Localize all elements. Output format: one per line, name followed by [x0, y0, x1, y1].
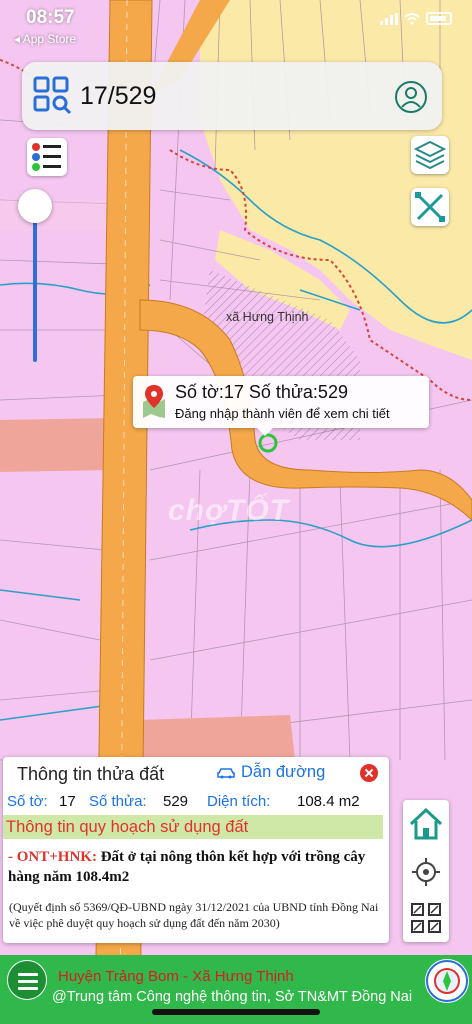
plan-description: - ONT+HNK: Đất ở tại nông thôn kết hợp v…	[8, 847, 378, 887]
area-value: 108.4 m2	[297, 793, 360, 810]
back-to-app-store-link[interactable]: ◂ App Store	[14, 32, 76, 46]
plan-note: (Quyết định số 5369/QĐ-UBND ngày 31/12/2…	[9, 900, 379, 930]
status-bar: 08:57 ◂ App Store	[0, 0, 472, 48]
plan-code: - ONT+HNK:	[8, 849, 97, 865]
info-title: Thông tin thửa đất	[17, 764, 165, 784]
parcel-value: 529	[163, 793, 189, 810]
slider-thumb[interactable]	[18, 189, 52, 223]
home-indicator	[152, 1009, 320, 1015]
legend-icon	[32, 143, 61, 171]
parcel-value-cell: 529	[163, 793, 188, 810]
layers-icon	[413, 140, 447, 170]
popup-title: Số tờ:17 Số thửa:529	[175, 382, 348, 402]
agency-logo-icon	[425, 959, 469, 1003]
signal-icon	[380, 12, 398, 25]
directions-button[interactable]: Dẫn đường	[217, 763, 325, 782]
watermark: chợTỐT	[168, 494, 290, 527]
crosshair-icon[interactable]	[406, 852, 446, 892]
qr-search-icon[interactable]	[32, 75, 72, 115]
sheet-value: 17	[59, 793, 76, 810]
footer-credit: @Trung tâm Công nghệ thông tin, Sở TN&MT…	[52, 989, 413, 1005]
sheet-label: Số tờ:	[7, 793, 48, 810]
wifi-icon	[404, 12, 420, 24]
footer-location: Huyện Trảng Bom - Xã Hưng Thịnh	[58, 968, 294, 985]
area-label: xã Hưng Thịnh	[226, 310, 309, 324]
menu-icon[interactable]	[7, 960, 47, 1000]
parcel-info-panel: Thông tin thửa đất Dẫn đường Số tờ: 17 S…	[3, 757, 389, 943]
area-label-text: Diện tích:	[207, 793, 271, 810]
opacity-slider[interactable]	[18, 189, 52, 366]
area-row: Diện tích:	[207, 793, 270, 810]
status-time: 08:57	[26, 7, 75, 28]
status-icons	[380, 12, 452, 25]
plan-header: Thông tin quy hoạch sử dụng đất	[3, 815, 383, 839]
slider-track[interactable]	[33, 206, 37, 362]
layers-button[interactable]	[411, 136, 449, 174]
popup-subtitle[interactable]: Đăng nhập thành viên để xem chi tiết	[175, 406, 390, 421]
qr-grid-icon[interactable]	[406, 898, 446, 938]
area-value-cell: 108.4 m2	[297, 793, 360, 810]
location-pin-icon	[143, 385, 165, 418]
car-icon	[217, 767, 235, 778]
legend-button[interactable]	[27, 138, 67, 176]
user-icon[interactable]	[394, 80, 428, 114]
parcel-label: Số thửa:	[89, 793, 147, 810]
search-bar[interactable]: 17/529	[22, 62, 442, 130]
close-icon[interactable]	[360, 764, 378, 782]
parcel-popup[interactable]: Số tờ:17 Số thửa:529 Đăng nhập thành viê…	[133, 376, 429, 436]
measure-button[interactable]	[411, 188, 449, 226]
sheet-value-cell: 17	[59, 793, 76, 810]
directions-label[interactable]: Dẫn đường	[241, 763, 325, 782]
battery-icon	[426, 12, 452, 25]
home-icon[interactable]	[406, 804, 446, 844]
tool-stack	[403, 800, 449, 942]
parcel-row: Số thửa:	[89, 793, 147, 810]
measure-icon	[415, 192, 445, 222]
sheet-row: Số tờ:	[7, 793, 48, 810]
search-input[interactable]: 17/529	[80, 82, 156, 111]
